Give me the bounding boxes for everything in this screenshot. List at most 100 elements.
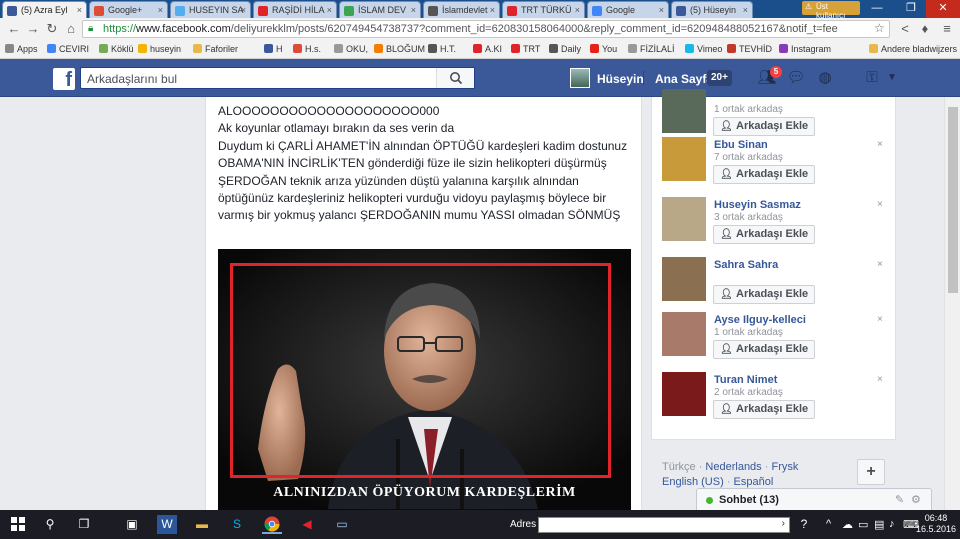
scrollbar-thumb[interactable] (948, 107, 958, 293)
extension-icon[interactable]: ♦ (917, 21, 933, 37)
bookmark-item[interactable]: H.s. (293, 44, 321, 54)
add-friend-button[interactable]: 👤︎ Arkadaşı Ekle (713, 400, 816, 419)
compose-icon[interactable]: ✎ (895, 493, 904, 506)
url-field[interactable]: 🔒︎ https://www.facebook.com/deliyurekklm… (82, 20, 890, 38)
language-link[interactable]: Frysk (771, 461, 798, 473)
search-button[interactable] (436, 68, 474, 88)
start-button[interactable] (8, 515, 28, 534)
bookmark-item[interactable]: Köklü (99, 44, 134, 54)
bookmark-item[interactable]: Instagram (779, 44, 831, 54)
bookmark-star-icon[interactable]: ☆ (874, 21, 885, 35)
mutual-friends-count[interactable]: 1 ortak arkadaş (714, 327, 783, 338)
language-link[interactable]: Nederlands (705, 461, 761, 473)
page-scrollbar[interactable] (944, 97, 960, 510)
close-tab-icon[interactable]: × (490, 5, 495, 15)
mutual-friends-count[interactable]: 1 ortak arkadaş (714, 104, 783, 115)
close-tab-icon[interactable]: × (241, 5, 246, 15)
browser-tab[interactable]: RAŞİDİ HİLA × (253, 1, 337, 18)
bookmark-item[interactable]: CEVIRI (47, 44, 89, 54)
bookmark-item[interactable]: TRT (511, 44, 540, 54)
add-friend-button[interactable]: 👤︎ Arkadaşı Ekle (713, 340, 816, 359)
word-icon[interactable]: W (157, 515, 177, 534)
close-window-button[interactable]: ✕ (926, 0, 960, 18)
close-tab-icon[interactable]: × (411, 5, 416, 15)
suggestion-name[interactable]: Huseyin Sasmaz (714, 199, 801, 211)
browser-tab[interactable]: TRT TÜRKÜ × (502, 1, 585, 18)
address-toolbar-input[interactable]: › (538, 517, 790, 533)
user-warning-badge[interactable]: ⚠ Üst kullanıcı (802, 1, 860, 20)
help-icon[interactable]: ? (794, 515, 814, 534)
profile-avatar[interactable] (570, 68, 590, 88)
bookmark-item[interactable]: Andere bladwijzers (869, 44, 957, 54)
bookmark-item[interactable]: BLOĞUM (374, 44, 425, 54)
reload-button[interactable]: ↻ (44, 21, 60, 37)
language-link[interactable]: English (US) (662, 476, 724, 488)
close-tab-icon[interactable]: × (77, 5, 82, 15)
add-friend-button[interactable]: 👤︎ Arkadaşı Ekle (713, 165, 816, 184)
go-arrow-icon[interactable]: › (782, 518, 785, 529)
bookmark-item[interactable]: H.T. (428, 44, 456, 54)
post-photo[interactable]: ALNINIZDAN ÖPÜYORUM KARDEŞLERİM (218, 249, 631, 510)
browser-tab[interactable]: İslamdevlet × (423, 1, 500, 18)
menu-icon[interactable]: ≡ (939, 21, 955, 37)
chat-settings-gear-icon[interactable]: ⚙ (911, 493, 921, 506)
friend-search-input[interactable]: Arkadaşlarını bul (80, 67, 475, 89)
dismiss-suggestion-icon[interactable]: × (877, 314, 883, 325)
bookmark-item[interactable]: Vimeo (685, 44, 722, 54)
suggestion-avatar[interactable] (662, 197, 706, 241)
browser-tab[interactable]: (5) Hüseyin × (671, 1, 753, 18)
app-icon[interactable]: ▣ (122, 515, 142, 534)
add-friend-button[interactable]: 👤︎ Arkadaşı Ekle (713, 117, 816, 136)
forward-button[interactable]: → (25, 21, 41, 37)
close-tab-icon[interactable]: × (158, 5, 163, 15)
account-menu-chevron-icon[interactable]: ▼ (882, 69, 902, 87)
search-taskbar-icon[interactable]: ⚲ (40, 515, 60, 534)
dismiss-suggestion-icon[interactable]: × (877, 199, 883, 210)
messages-icon[interactable]: 💬︎ (786, 69, 806, 87)
bookmark-item[interactable]: FİZİLALİ (628, 44, 675, 54)
system-clock[interactable]: 06:48 16.5.2016 (916, 513, 956, 535)
suggestion-name[interactable]: Turan Nimet (714, 374, 777, 386)
cloud-icon[interactable]: ☁ (842, 518, 853, 531)
more-languages-button[interactable]: + (857, 459, 885, 485)
add-friend-button[interactable]: 👤︎ Arkadaşı Ekle (713, 285, 816, 304)
suggestion-avatar[interactable] (662, 312, 706, 356)
suggestion-avatar[interactable] (662, 372, 706, 416)
chrome-icon[interactable] (262, 515, 282, 534)
bookmark-item[interactable]: Faforiler (193, 44, 238, 54)
profile-name-link[interactable]: Hüseyin (597, 72, 644, 86)
skype-icon[interactable]: S (227, 515, 247, 534)
battery-icon[interactable]: ▭ (858, 518, 868, 531)
close-tab-icon[interactable]: × (743, 5, 748, 15)
bookmark-item[interactable]: TEVHİD (727, 44, 772, 54)
app-icon[interactable]: ◀ (297, 515, 317, 534)
show-hidden-icons-icon[interactable]: ^ (826, 518, 831, 530)
file-explorer-icon[interactable]: ▬ (192, 515, 212, 534)
dismiss-suggestion-icon[interactable]: × (877, 139, 883, 150)
bookmark-item[interactable]: OKU, (334, 44, 368, 54)
minimize-button[interactable]: — (860, 0, 894, 18)
dismiss-suggestion-icon[interactable]: × (877, 374, 883, 385)
language-link[interactable]: Español (734, 476, 774, 488)
add-friend-button[interactable]: 👤︎ Arkadaşı Ekle (713, 225, 816, 244)
close-tab-icon[interactable]: × (575, 5, 580, 15)
back-button[interactable]: ← (6, 21, 22, 37)
dismiss-suggestion-icon[interactable]: × (877, 259, 883, 270)
network-icon[interactable]: ▤ (874, 518, 884, 531)
chat-bar[interactable]: Sohbet (13) ✎ ⚙ (696, 488, 932, 512)
bookmark-item[interactable]: Apps (5, 44, 38, 54)
close-tab-icon[interactable]: × (659, 5, 664, 15)
suggestion-name[interactable]: Sahra Sahra (714, 259, 778, 271)
browser-tab[interactable]: Google × (587, 1, 669, 18)
bookmark-item[interactable]: You (590, 44, 617, 54)
privacy-shortcuts-icon[interactable]: ⚿ (862, 69, 882, 87)
suggestion-avatar[interactable] (662, 257, 706, 301)
browser-tab[interactable]: (5) Azra Eyl × (2, 1, 87, 19)
mutual-friends-count[interactable]: 2 ortak arkadaş (714, 387, 783, 398)
volume-icon[interactable]: ♪ (889, 518, 895, 530)
suggestion-avatar[interactable] (662, 137, 706, 181)
picture-viewer-icon[interactable]: ▭ (332, 515, 352, 534)
home-link[interactable]: Ana Sayfa (655, 72, 713, 86)
bookmark-item[interactable]: A.KI (473, 44, 502, 54)
suggestion-avatar[interactable] (662, 89, 706, 133)
